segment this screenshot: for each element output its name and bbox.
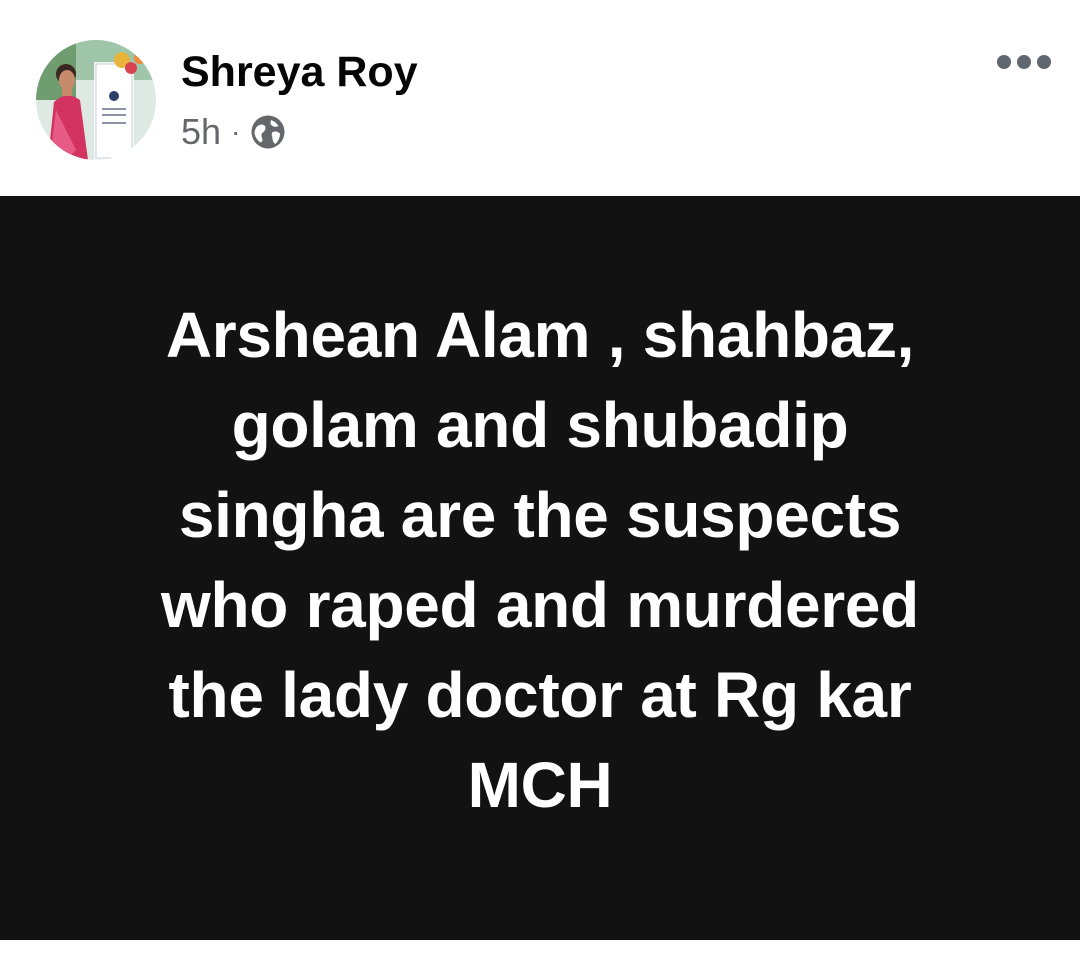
post-meta: 5h ·: [181, 110, 286, 154]
more-dot: [1037, 55, 1051, 69]
post-timestamp[interactable]: 5h: [181, 111, 221, 153]
more-dot: [1017, 55, 1031, 69]
post-footer-spacer: [0, 940, 1080, 954]
facebook-post: Shreya Roy 5h · Arshean Alam , shahbaz, …: [0, 0, 1080, 954]
post-text-card[interactable]: Arshean Alam , shahbaz, golam and shubad…: [0, 196, 1080, 940]
meta-separator: ·: [231, 116, 241, 147]
author-name[interactable]: Shreya Roy: [181, 44, 418, 100]
post-text: Arshean Alam , shahbaz, golam and shubad…: [161, 299, 919, 821]
globe-icon[interactable]: [250, 114, 286, 150]
post-header: Shreya Roy 5h ·: [0, 0, 1080, 196]
more-options-icon[interactable]: [984, 44, 1064, 80]
avatar-photo: [36, 40, 156, 160]
author-avatar[interactable]: [36, 40, 156, 160]
more-dot: [997, 55, 1011, 69]
